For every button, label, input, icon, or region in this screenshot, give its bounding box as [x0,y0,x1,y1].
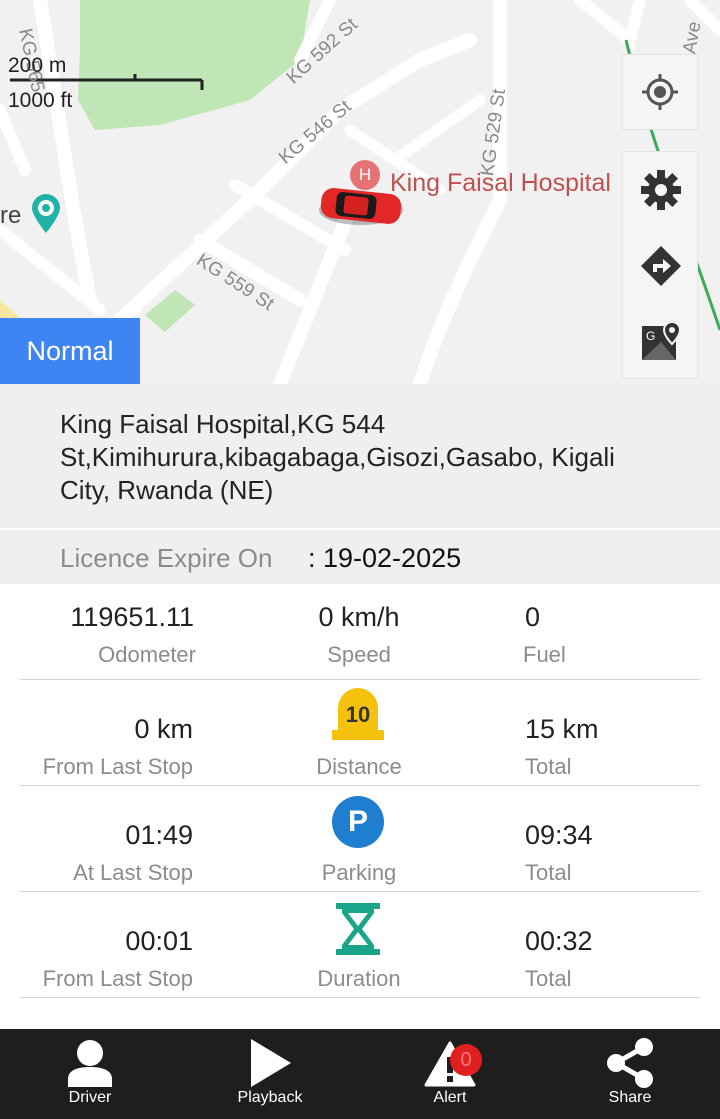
map-edge-label: re [0,202,22,229]
poi-pin-icon[interactable] [30,192,62,239]
locate-button[interactable] [622,54,698,130]
directions-icon [641,246,681,286]
parking-total-value: 09:34 [525,820,593,850]
speed-label: Speed [327,642,391,667]
duration-from-last-stop-value: 00:01 [125,926,193,956]
poi-label[interactable]: King Faisal Hospital [390,169,611,198]
map-view[interactable]: KG 565 KG 592 St KG 546 St KG 529 St KG … [0,0,720,384]
google-maps-icon: G [642,320,682,360]
parking-total-label: Total [525,860,572,885]
play-icon [251,1039,291,1087]
distance-total-label: Total [525,754,572,779]
nav-share[interactable]: Share [540,1029,720,1119]
parking-at-last-stop-value: 01:49 [125,820,193,850]
nav-driver[interactable]: Driver [0,1029,180,1119]
duration-label: Duration [317,966,401,991]
stats-row-distance: 0 km From Last Stop 10 Distance 15 km To… [20,680,700,786]
odometer-value: 119651.11 [70,602,194,632]
map-controls: G [622,151,698,379]
fuel-value: 0 [525,602,541,632]
address-text: King Faisal Hospital,KG 544 St,Kimihurur… [60,409,615,505]
settings-button[interactable] [623,152,699,228]
scale-imperial: 1000 ft [8,89,73,112]
licence-row: Licence Expire On : 19-02-2025 [0,530,720,584]
nav-share-label: Share [608,1089,652,1106]
vehicle-car-icon[interactable] [318,186,404,235]
nav-alert[interactable]: Alert [360,1029,540,1119]
scale-metric: 200 m [8,54,67,77]
gear-icon [641,170,681,210]
driver-icon [68,1040,112,1087]
map-mode-badge[interactable]: Normal [0,318,140,384]
svg-text:G: G [646,329,655,343]
nav-playback[interactable]: Playback [180,1029,360,1119]
stats-row-parking: 01:49 At Last Stop P Parking 09:34 Total [20,786,700,892]
parking-at-last-stop-label: At Last Stop [73,860,193,885]
licence-value: : 19-02-2025 [308,543,462,573]
nav-playback-label: Playback [237,1089,303,1106]
address-panel: King Faisal Hospital,KG 544 St,Kimihurur… [0,384,720,528]
stats-row-odometer: 119651.11 Odometer 0 km/h Speed 0 Fuel [20,584,700,680]
duration-total-value: 00:32 [525,926,593,956]
fuel-label: Fuel [523,642,566,667]
distance-label: Distance [316,754,402,779]
stats-row-duration: 00:01 From Last Stop Duration 00:32 Tota… [20,892,700,998]
distance-from-last-stop-label: From Last Stop [42,754,193,779]
hourglass-icon [336,903,380,955]
parking-label: Parking [321,860,397,885]
speed-value: 0 km/h [318,602,400,632]
licence-label: Licence Expire On [60,543,273,573]
duration-total-label: Total [525,966,572,991]
distance-from-last-stop-value: 0 km [134,714,193,744]
parking-icon: P [332,796,384,848]
nav-alert-label: Alert [433,1089,467,1106]
google-maps-button[interactable]: G [623,304,699,380]
bottom-nav: Driver Playback Alert Share [0,1029,720,1119]
distance-total-value: 15 km [525,714,599,744]
alert-count-badge: 0 [450,1044,482,1076]
distance-milestone-text: 10 [345,702,371,727]
duration-from-last-stop-label: From Last Stop [42,966,193,991]
share-icon [607,1038,653,1088]
directions-button[interactable] [623,228,699,304]
nav-driver-label: Driver [68,1089,112,1106]
distance-milestone-icon: 10 [330,688,386,742]
odometer-label: Odometer [98,642,196,667]
locate-icon [642,74,678,110]
